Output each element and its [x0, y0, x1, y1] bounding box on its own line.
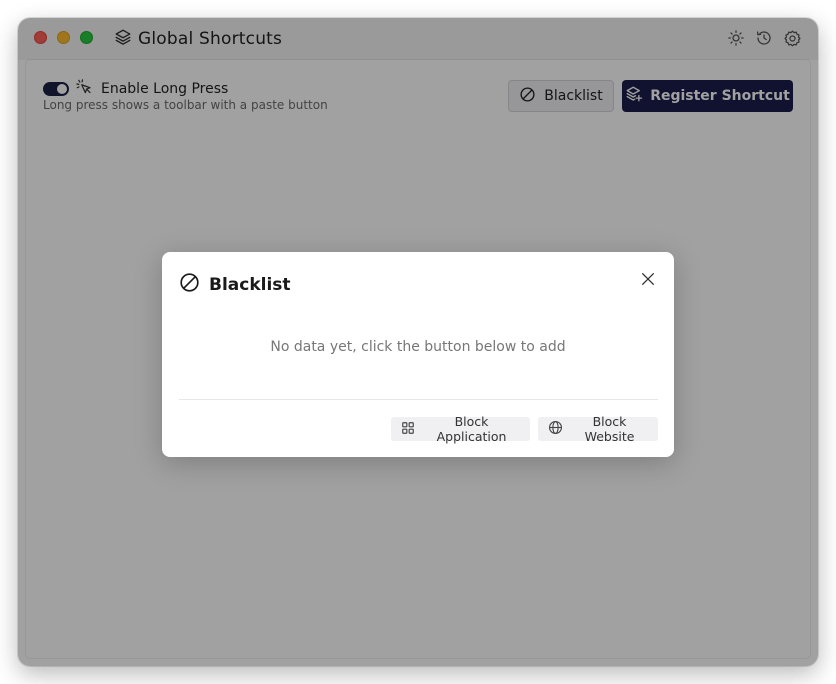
register-shortcut-label: Register Shortcut: [650, 88, 790, 104]
grid-icon: [401, 421, 415, 438]
long-press-toggle[interactable]: [43, 82, 69, 96]
window-maximize-button[interactable]: [80, 31, 93, 44]
layers-plus-icon: [625, 85, 643, 107]
ban-icon: [179, 272, 200, 297]
gear-icon[interactable]: [782, 28, 802, 48]
history-icon[interactable]: [754, 28, 774, 48]
blacklist-button-label: Blacklist: [544, 88, 603, 104]
empty-state-text: No data yet, click the button below to a…: [270, 339, 566, 355]
modal-close-icon[interactable]: [638, 269, 658, 289]
long-press-description: Long press shows a toolbar with a paste …: [43, 98, 328, 112]
blacklist-modal: Blacklist No data yet, click the button …: [162, 252, 674, 457]
modal-divider: [179, 399, 658, 400]
blacklist-button[interactable]: Blacklist: [508, 80, 614, 112]
window-minimize-button[interactable]: [57, 31, 70, 44]
title-bar: Global Shortcuts: [18, 18, 818, 60]
register-shortcut-button[interactable]: Register Shortcut: [622, 80, 793, 112]
block-website-button[interactable]: Block Website: [538, 414, 658, 444]
ban-icon: [519, 86, 536, 107]
layers-icon: [114, 28, 132, 50]
block-application-button[interactable]: Block Application: [391, 414, 530, 444]
pointer-click-icon: [75, 78, 93, 100]
window-title: Global Shortcuts: [138, 29, 283, 49]
long-press-row: Enable Long Press: [43, 78, 228, 100]
window-close-button[interactable]: [34, 31, 47, 44]
modal-header: Blacklist: [179, 272, 291, 297]
toggle-knob: [57, 84, 67, 94]
app-title: Global Shortcuts: [114, 26, 282, 52]
block-application-label: Block Application: [436, 414, 507, 444]
block-website-label: Block Website: [584, 414, 635, 444]
modal-title: Blacklist: [209, 274, 291, 295]
sun-icon[interactable]: [726, 28, 746, 48]
long-press-label: Enable Long Press: [101, 81, 229, 97]
globe-icon: [548, 420, 563, 438]
